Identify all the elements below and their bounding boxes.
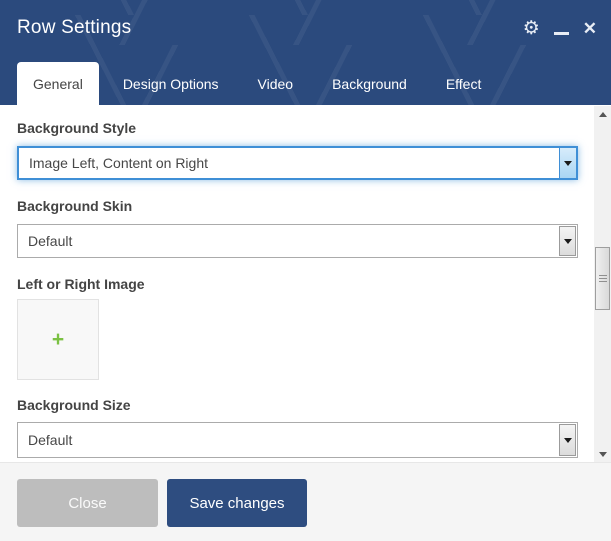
- minimize-icon[interactable]: [554, 22, 569, 35]
- dialog-title: Row Settings: [17, 17, 131, 39]
- background-size-label: Background Size: [17, 397, 131, 413]
- header-icons: ⚙ ✕: [523, 16, 597, 40]
- scrollbar-thumb[interactable]: [595, 247, 610, 310]
- scroll-up-icon: [599, 112, 607, 117]
- gear-icon[interactable]: ⚙: [523, 19, 540, 38]
- background-skin-select[interactable]: Default: [17, 224, 578, 258]
- add-image-icon: +: [52, 329, 64, 350]
- tab-general[interactable]: General: [17, 62, 99, 105]
- dialog-header: Row Settings ⚙ ✕ General Design Options …: [0, 0, 611, 105]
- minimize-bar: [554, 32, 569, 35]
- scrollbar-grip: [599, 275, 607, 283]
- dropdown-arrow-button[interactable]: [559, 148, 576, 178]
- tab-design-options[interactable]: Design Options: [107, 62, 235, 105]
- save-changes-button[interactable]: Save changes: [167, 479, 307, 527]
- background-style-select[interactable]: Image Left, Content on Right: [17, 146, 578, 180]
- scroll-down-icon: [599, 452, 607, 457]
- vertical-scrollbar[interactable]: [594, 106, 611, 462]
- background-skin-label: Background Skin: [17, 198, 132, 214]
- dialog-footer: Close Save changes: [0, 462, 611, 541]
- tab-effect[interactable]: Effect: [430, 62, 498, 105]
- chevron-down-icon: [564, 239, 572, 244]
- tab-background[interactable]: Background: [316, 62, 423, 105]
- image-upload-tile[interactable]: +: [17, 299, 99, 380]
- background-size-value: Default: [18, 432, 558, 448]
- chevron-down-icon: [564, 161, 572, 166]
- close-button[interactable]: Close: [17, 479, 158, 527]
- dropdown-arrow-button[interactable]: [559, 226, 576, 256]
- dropdown-arrow-button[interactable]: [559, 424, 576, 456]
- background-size-select[interactable]: Default: [17, 422, 578, 458]
- tab-video[interactable]: Video: [242, 62, 310, 105]
- tab-bar: General Design Options Video Background …: [17, 62, 504, 105]
- close-icon[interactable]: ✕: [583, 20, 597, 37]
- scroll-up-button[interactable]: [594, 106, 611, 122]
- chevron-down-icon: [564, 438, 572, 443]
- settings-panel: Background Style Image Left, Content on …: [0, 105, 594, 462]
- left-right-image-label: Left or Right Image: [17, 276, 145, 292]
- row-settings-dialog: Row Settings ⚙ ✕ General Design Options …: [0, 0, 611, 541]
- background-skin-value: Default: [18, 233, 558, 249]
- scroll-down-button[interactable]: [594, 446, 611, 462]
- background-style-value: Image Left, Content on Right: [19, 155, 559, 171]
- background-style-label: Background Style: [17, 120, 136, 136]
